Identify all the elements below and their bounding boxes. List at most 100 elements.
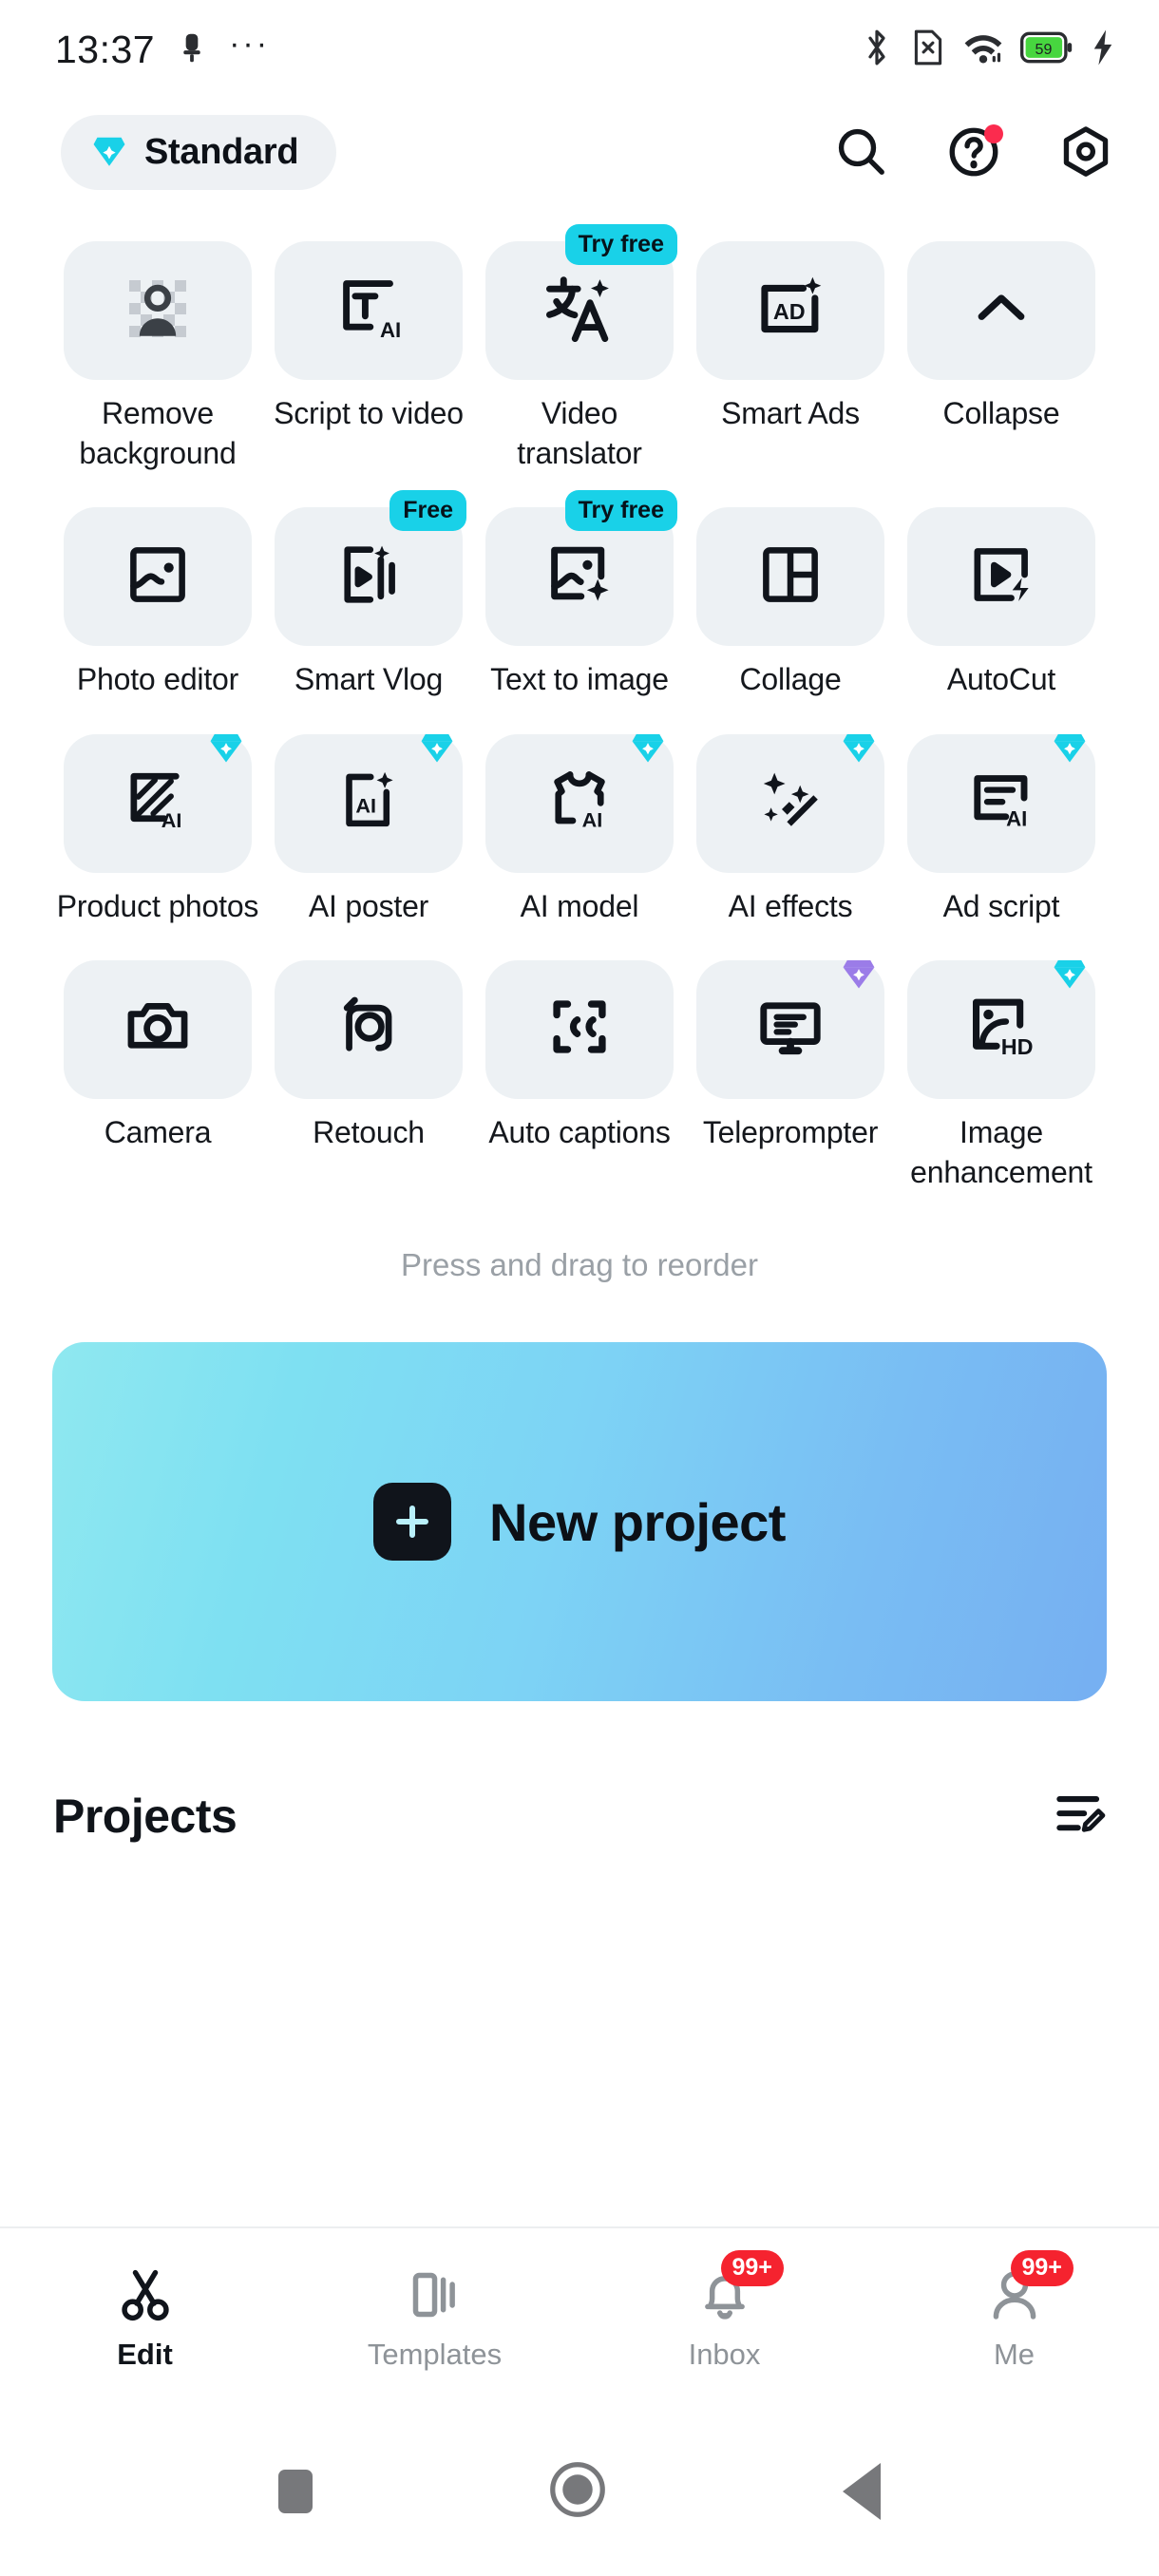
tool-retouch[interactable]: Retouch [263, 941, 474, 1192]
tool-label: Remove background [79, 396, 237, 471]
tool-smart-ads[interactable]: AD Smart Ads [685, 222, 896, 473]
tool-tile-bg: AI [275, 241, 463, 380]
plus-icon [373, 1483, 452, 1562]
status-bar-left: 13:37 ··· [55, 28, 270, 72]
svg-text:59: 59 [1036, 41, 1053, 58]
nav-item-edit[interactable]: Edit [0, 2263, 290, 2372]
tool-tile[interactable]: Try free [485, 488, 677, 647]
video-translator-icon [541, 270, 618, 352]
ai-effects-icon [753, 764, 827, 843]
tool-tile-bg [64, 507, 252, 647]
photo-editor-icon [123, 540, 193, 615]
tool-tile[interactable] [64, 941, 252, 1099]
battery-icon: 59 [1020, 28, 1074, 71]
tool-ad-script[interactable]: AI Ad script [896, 715, 1107, 926]
tool-script-to-video[interactable]: AI Script to video [263, 222, 474, 473]
tool-label: AI effects [728, 888, 853, 923]
system-navigation-bar [0, 2407, 1159, 2576]
tool-collapse[interactable]: Collapse [896, 222, 1107, 473]
text-to-image-icon [542, 538, 617, 616]
nav-label: Inbox [688, 2338, 761, 2371]
templates-icon [401, 2263, 469, 2326]
tool-camera[interactable]: Camera [52, 941, 263, 1192]
search-icon[interactable] [832, 123, 891, 181]
tool-tile[interactable]: AD [696, 222, 884, 380]
tool-ai-effects[interactable]: AI effects [685, 715, 896, 926]
home-button[interactable] [548, 2460, 607, 2524]
tool-tile-bg [64, 959, 252, 1099]
tool-photo-editor[interactable]: Photo editor [52, 488, 263, 699]
tool-tile[interactable] [64, 222, 252, 380]
settings-icon[interactable] [1056, 123, 1115, 181]
tool-tile[interactable] [64, 488, 252, 647]
tool-image-enhancement[interactable]: HD Image enhancement [896, 941, 1107, 1192]
tool-tile[interactable] [696, 715, 884, 873]
help-icon[interactable] [944, 123, 1003, 181]
tool-label: Camera [104, 1114, 212, 1149]
tool-tile[interactable] [275, 941, 463, 1099]
tool-tile-bg [64, 241, 252, 380]
person-icon: 99+ [980, 2250, 1074, 2326]
svg-text:AI: AI [1006, 807, 1027, 831]
reorder-hint: Press and drag to reorder [400, 1247, 759, 1283]
status-bar: 13:37 ··· 59 [0, 0, 1159, 99]
tool-teleprompter[interactable]: Teleprompter [685, 941, 896, 1192]
tool-tile[interactable]: AI [275, 222, 463, 380]
tool-label: Ad script [942, 888, 1060, 923]
tool-tile[interactable]: Free [275, 488, 466, 647]
nav-badge: 99+ [1010, 2250, 1074, 2286]
auto-captions-icon [544, 992, 615, 1067]
tool-label: Product photos [56, 888, 259, 923]
page-title: Projects [53, 1790, 238, 1844]
tool-ai-model[interactable]: AI AI model [474, 715, 685, 926]
premium-diamond-icon [839, 953, 879, 997]
tool-auto-captions[interactable]: Auto captions [474, 941, 685, 1192]
bell-icon: 99+ [691, 2250, 784, 2326]
svg-text:AI: AI [355, 794, 376, 818]
new-project-button[interactable]: New project [52, 1342, 1107, 1702]
tool-tile[interactable] [696, 488, 884, 647]
nav-item-me[interactable]: 99+ Me [869, 2250, 1159, 2372]
tool-tile[interactable]: AI [64, 715, 252, 873]
tool-label: Image enhancement [910, 1114, 1092, 1190]
tool-remove-background[interactable]: Remove background [52, 222, 263, 473]
tool-collage[interactable]: Collage [685, 488, 896, 699]
tool-tile[interactable]: AI [907, 715, 1095, 873]
tool-video-translator[interactable]: Try free Video translator [474, 222, 685, 473]
ad-script-icon: AI [964, 764, 1038, 843]
tool-tile[interactable] [485, 941, 674, 1099]
wifi-icon [963, 28, 1003, 71]
tool-tile[interactable] [907, 222, 1095, 380]
tool-tile[interactable]: AI [485, 715, 674, 873]
premium-diamond-icon [628, 727, 668, 771]
svg-text:AI: AI [582, 808, 603, 832]
tool-label: Photo editor [76, 662, 239, 697]
tool-tile[interactable]: Try free [485, 222, 677, 380]
tool-autocut[interactable]: AutoCut [896, 488, 1107, 699]
tool-tile-bg [907, 507, 1095, 647]
nav-item-templates[interactable]: Templates [290, 2263, 580, 2372]
edit-list-icon[interactable] [1053, 1790, 1106, 1844]
tool-tile[interactable] [907, 488, 1095, 647]
projects-header: Projects [0, 1701, 1159, 1844]
plan-badge[interactable]: Standard [61, 114, 337, 190]
charging-bolt-icon [1091, 28, 1115, 71]
tool-tile[interactable]: HD [907, 941, 1095, 1099]
tool-tile[interactable]: AI [275, 715, 463, 873]
tool-ai-poster[interactable]: AI AI poster [263, 715, 474, 926]
tool-text-to-image[interactable]: Try free Text to image [474, 488, 685, 699]
recents-button[interactable] [278, 2470, 313, 2513]
tool-label: Teleprompter [702, 1114, 879, 1149]
tool-tile-bg [275, 959, 463, 1099]
back-button[interactable] [843, 2463, 881, 2520]
nav-item-inbox[interactable]: 99+ Inbox [580, 2250, 869, 2372]
camera-icon [122, 991, 194, 1068]
tool-product-photos[interactable]: AI Product photos [52, 715, 263, 926]
tool-smart-vlog[interactable]: Free Smart Vlog [263, 488, 474, 699]
new-project-section: New project [0, 1283, 1159, 1702]
teleprompter-icon [753, 990, 827, 1069]
more-dots-icon: ··· [229, 26, 271, 62]
smart-vlog-icon [332, 539, 405, 616]
diamond-icon [89, 130, 129, 175]
tool-tile[interactable] [696, 941, 884, 1099]
